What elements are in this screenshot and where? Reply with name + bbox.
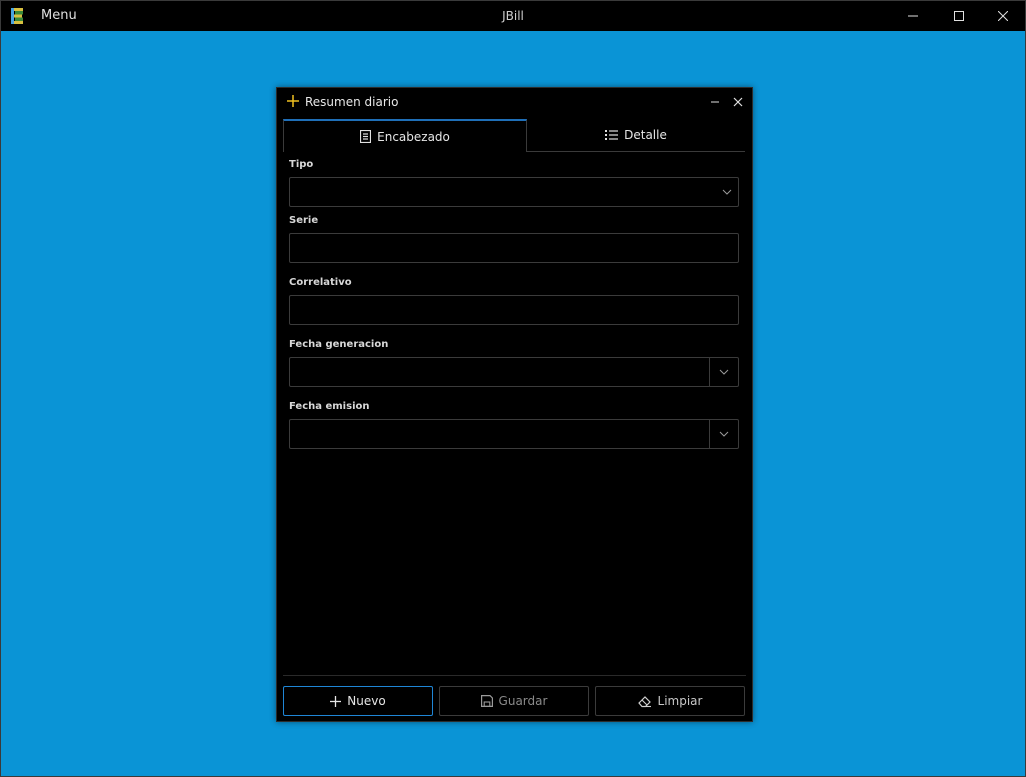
minimize-button[interactable] — [890, 1, 936, 31]
fecha-emision-picker[interactable] — [289, 419, 739, 449]
dialog-minimize-button[interactable] — [705, 92, 725, 112]
serie-label: Serie — [289, 215, 319, 226]
maximize-button[interactable] — [936, 1, 982, 31]
guardar-label: Guardar — [498, 694, 548, 708]
correlativo-input[interactable] — [290, 296, 738, 324]
correlativo-field[interactable] — [289, 295, 739, 325]
tab-encabezado[interactable]: Encabezado — [283, 119, 527, 152]
eraser-icon — [637, 695, 651, 707]
title-bar: Menu JBill — [1, 1, 1025, 31]
nuevo-button[interactable]: Nuevo — [283, 686, 433, 716]
resumen-diario-dialog: Resumen diario Encabezado Detalle Tipo S… — [276, 87, 753, 722]
correlativo-label: Correlativo — [289, 277, 352, 288]
fecha-generacion-dropdown-button[interactable] — [709, 358, 738, 386]
fecha-generacion-label: Fecha generacion — [289, 339, 389, 350]
tab-detalle[interactable]: Detalle — [527, 119, 745, 151]
minimize-icon — [711, 101, 719, 103]
dialog-header: Resumen diario — [277, 88, 752, 116]
limpiar-button[interactable]: Limpiar — [595, 686, 745, 716]
nuevo-label: Nuevo — [347, 694, 386, 708]
close-icon — [998, 11, 1008, 21]
add-icon — [287, 95, 299, 107]
fecha-emision-input[interactable] — [290, 420, 710, 448]
tab-bar: Encabezado Detalle — [283, 119, 745, 152]
serie-field[interactable] — [289, 233, 739, 263]
fecha-emision-label: Fecha emision — [289, 401, 370, 412]
guardar-button[interactable]: Guardar — [439, 686, 589, 716]
chevron-down-icon — [719, 431, 729, 437]
save-icon — [480, 695, 493, 707]
tipo-label: Tipo — [289, 159, 314, 170]
window-title: JBill — [502, 9, 524, 23]
serie-input[interactable] — [290, 234, 738, 262]
chevron-down-icon — [722, 189, 732, 195]
chevron-down-icon — [719, 369, 729, 375]
close-button[interactable] — [980, 1, 1026, 31]
tab-label: Encabezado — [377, 129, 450, 144]
app-window: Menu JBill Resumen diario Encabezado Det… — [0, 0, 1026, 777]
tipo-combobox[interactable] — [289, 177, 739, 207]
plus-icon — [330, 695, 342, 707]
close-icon — [733, 97, 743, 107]
minimize-icon — [908, 15, 918, 17]
dialog-title: Resumen diario — [305, 95, 399, 109]
footer-divider — [283, 675, 746, 676]
fecha-generacion-input[interactable] — [290, 358, 710, 386]
dialog-close-button[interactable] — [728, 92, 748, 112]
limpiar-label: Limpiar — [657, 694, 703, 708]
maximize-icon — [954, 11, 964, 21]
menu-button[interactable]: Menu — [41, 1, 77, 31]
document-icon — [360, 130, 372, 143]
tab-label: Detalle — [624, 128, 667, 142]
fecha-generacion-picker[interactable] — [289, 357, 739, 387]
app-logo-icon — [11, 8, 23, 24]
fecha-emision-dropdown-button[interactable] — [709, 420, 738, 448]
list-icon — [605, 130, 619, 140]
